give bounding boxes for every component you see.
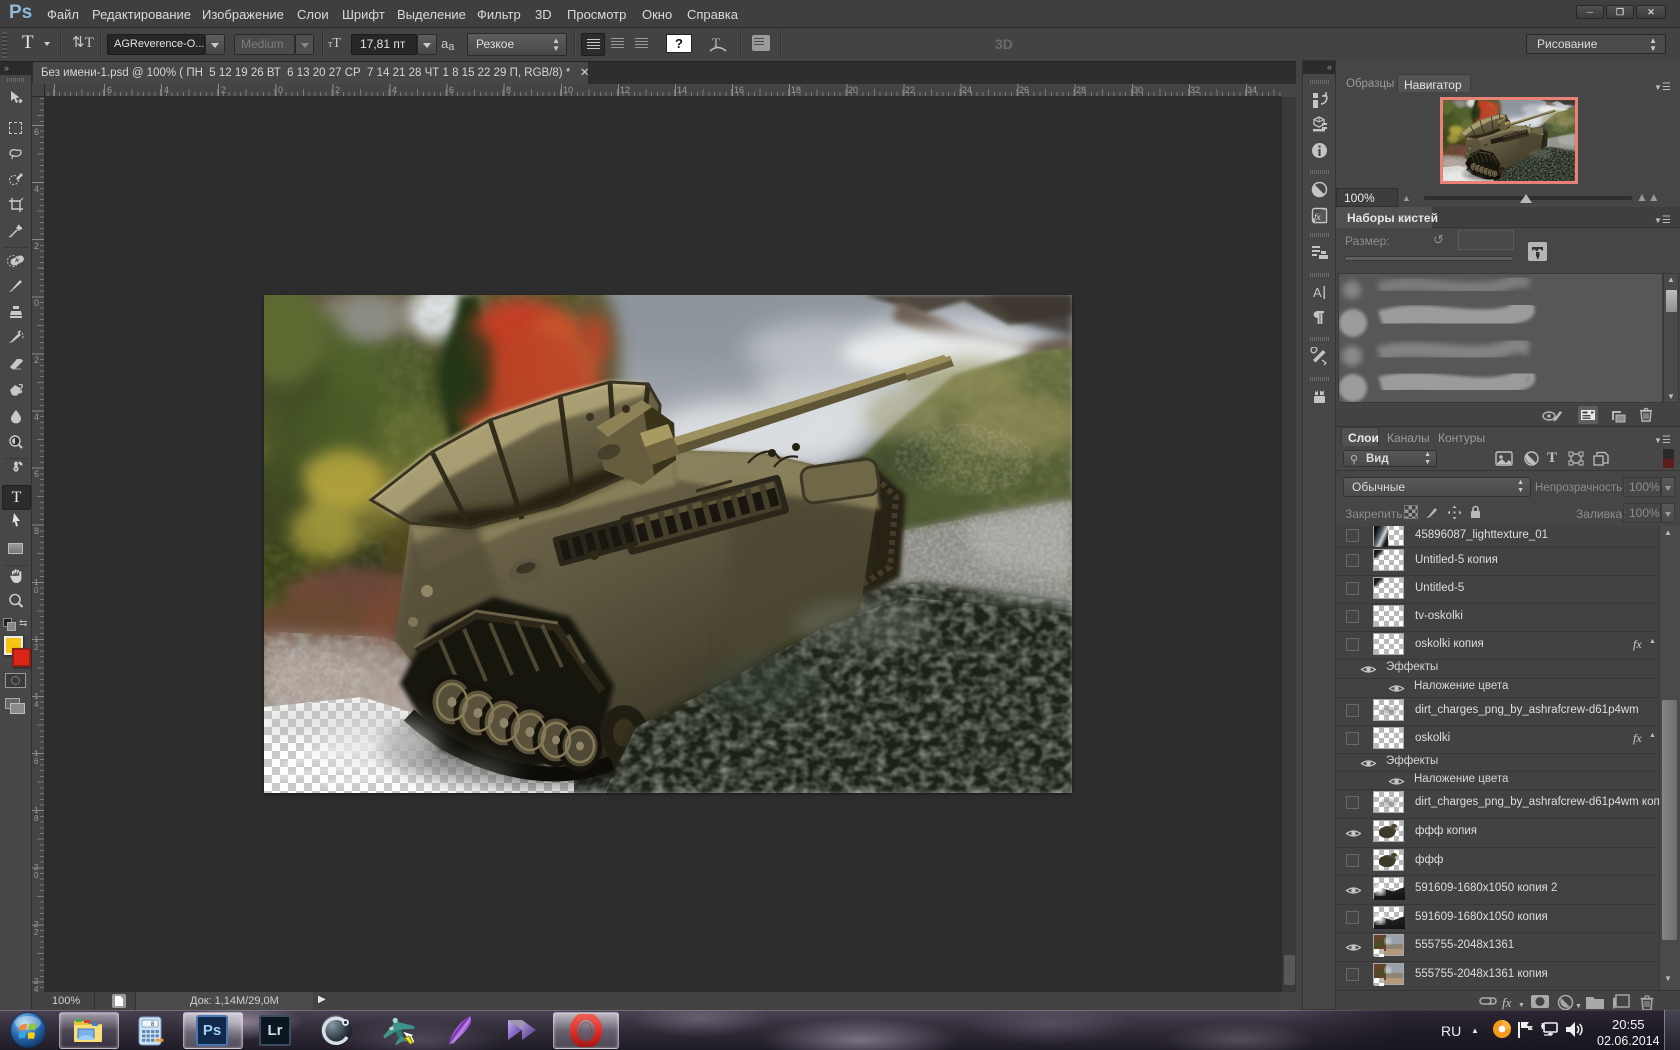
svg-text:A: A	[1313, 285, 1322, 300]
svg-text:fx: fx	[1314, 212, 1321, 222]
